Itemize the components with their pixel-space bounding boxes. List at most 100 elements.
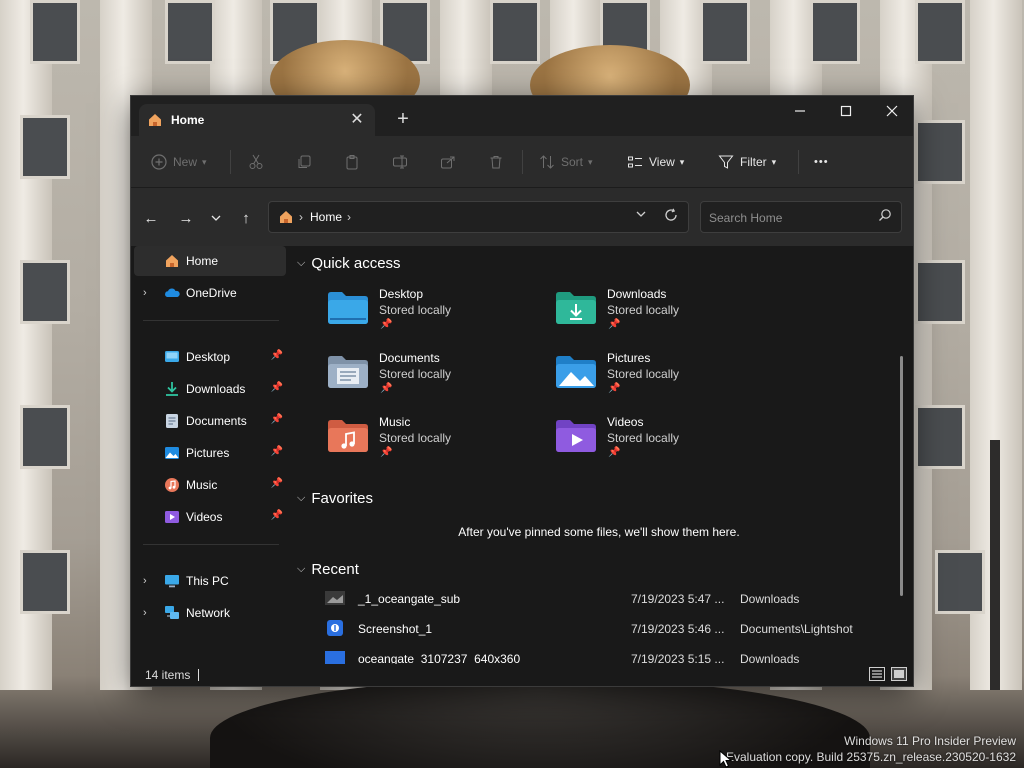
file-name: Screenshot_1	[358, 622, 433, 636]
sort-button[interactable]: Sort ▾	[539, 148, 593, 176]
home-icon	[280, 211, 292, 223]
filter-button[interactable]: Filter ▾	[718, 148, 776, 176]
delete-button[interactable]	[488, 148, 504, 176]
pin-icon: 📌	[270, 510, 283, 521]
image-file-icon	[325, 591, 345, 605]
folder-status: Stored locally	[607, 303, 680, 317]
toolbar-divider	[522, 150, 523, 174]
share-button[interactable]	[440, 148, 456, 176]
rename-icon	[393, 155, 407, 169]
view-icon	[628, 156, 642, 168]
pin-icon: 📌	[270, 414, 283, 425]
tab-label: Home	[171, 113, 205, 127]
folder-status: Stored locally	[379, 431, 452, 445]
network-icon	[165, 606, 179, 619]
cut-button[interactable]	[248, 148, 264, 176]
more-options-button[interactable]: •••	[814, 148, 829, 176]
home-icon	[149, 114, 161, 126]
sidebar-item-pictures[interactable]: Pictures 📌	[134, 438, 286, 468]
quick-access-downloads[interactable]: Downloads Stored locally 📌	[555, 287, 775, 347]
quick-access-videos[interactable]: Videos Stored locally 📌	[555, 415, 775, 475]
navigation-bar: ← → ↑ › Home ›	[131, 188, 913, 246]
collapse-chevron-icon: ⌵	[297, 491, 306, 504]
music-folder-icon	[328, 420, 368, 452]
recent-header[interactable]: ⌵ Recent	[297, 557, 359, 581]
minimize-button[interactable]	[777, 96, 823, 126]
folder-status: Stored locally	[379, 367, 452, 381]
section-title: Quick access	[311, 254, 401, 272]
paste-button[interactable]	[344, 148, 360, 176]
sidebar-item-this-pc[interactable]: › This PC	[134, 566, 286, 596]
folder-name: Downloads	[607, 287, 667, 301]
new-label: New	[173, 155, 198, 169]
favorites-header[interactable]: ⌵ Favorites	[297, 486, 373, 510]
quick-access-music[interactable]: Music Stored locally 📌	[327, 415, 547, 475]
pin-icon: 📌	[608, 319, 621, 330]
folder-name: Music	[379, 415, 411, 429]
address-bar[interactable]: › Home ›	[268, 201, 689, 233]
expand-chevron-icon[interactable]: ›	[143, 287, 147, 299]
address-history-dropdown[interactable]	[636, 209, 646, 222]
filter-label: Filter	[740, 155, 767, 169]
content-pane: ⌵ Quick access Desktop Stored locally 📌 …	[289, 246, 909, 666]
sidebar-item-label: Pictures	[186, 446, 230, 460]
tab-close-icon[interactable]: ✕	[347, 110, 367, 130]
tiles-view-button[interactable]	[891, 667, 907, 681]
sidebar-item-label: Downloads	[186, 382, 246, 396]
view-button[interactable]: View ▾	[627, 148, 684, 176]
recent-file-row[interactable]: Screenshot_1 7/19/2023 5:46 ... Document…	[319, 617, 879, 641]
documents-folder-icon	[166, 414, 178, 428]
paste-icon	[346, 155, 358, 170]
sidebar-item-onedrive[interactable]: › OneDrive	[134, 278, 286, 308]
file-date: 7/19/2023 5:47 ...	[631, 592, 725, 606]
sidebar-item-downloads[interactable]: Downloads 📌	[134, 374, 286, 404]
rename-button[interactable]	[392, 148, 408, 176]
close-icon	[886, 105, 898, 117]
sidebar-item-documents[interactable]: Documents 📌	[134, 406, 286, 436]
up-button[interactable]: ↑	[234, 206, 258, 230]
home-icon	[166, 255, 178, 267]
file-date: 7/19/2023 5:46 ...	[631, 622, 725, 636]
folder-name: Pictures	[607, 351, 651, 365]
view-label: View	[649, 155, 675, 169]
section-title: Recent	[311, 560, 359, 578]
close-button[interactable]	[869, 96, 913, 126]
onedrive-cloud-icon	[165, 288, 180, 297]
vertical-scrollbar[interactable]	[900, 356, 903, 596]
pin-icon: 📌	[608, 383, 621, 394]
recent-file-row[interactable]: _1_oceangate_sub 7/19/2023 5:47 ... Down…	[319, 587, 879, 611]
new-icon	[151, 154, 167, 170]
new-tab-button[interactable]: +	[391, 108, 415, 132]
quick-access-desktop[interactable]: Desktop Stored locally 📌	[327, 287, 547, 347]
quick-access-header[interactable]: ⌵ Quick access	[297, 251, 401, 275]
expand-chevron-icon[interactable]: ›	[143, 607, 147, 619]
sidebar-item-home[interactable]: Home	[134, 246, 286, 276]
search-box[interactable]	[700, 201, 902, 233]
tab-home[interactable]: Home ✕	[139, 104, 375, 136]
folder-name: Documents	[379, 351, 440, 365]
pin-icon: 📌	[380, 383, 393, 394]
recent-locations-button[interactable]	[204, 206, 228, 230]
refresh-button[interactable]	[664, 208, 678, 226]
search-icon[interactable]	[878, 208, 892, 225]
search-input[interactable]	[709, 209, 869, 227]
breadcrumb-home[interactable]: Home	[310, 210, 342, 224]
quick-access-documents[interactable]: Documents Stored locally 📌	[327, 351, 547, 411]
maximize-button[interactable]	[823, 96, 869, 126]
quick-access-pictures[interactable]: Pictures Stored locally 📌	[555, 351, 775, 411]
sidebar-item-videos[interactable]: Videos 📌	[134, 502, 286, 532]
forward-button[interactable]: →	[174, 206, 198, 230]
sidebar-item-network[interactable]: › Network	[134, 598, 286, 628]
watermark-edition: Windows 11 Pro Insider Preview	[844, 734, 1016, 748]
toolbar-divider	[798, 150, 799, 174]
sort-icon	[540, 155, 554, 169]
sidebar-item-music[interactable]: Music 📌	[134, 470, 286, 500]
breadcrumb-separator-icon[interactable]: ›	[347, 210, 351, 224]
expand-chevron-icon[interactable]: ›	[143, 575, 147, 587]
sidebar-item-desktop[interactable]: Desktop 📌	[134, 342, 286, 372]
back-button[interactable]: ←	[139, 206, 163, 230]
copy-button[interactable]	[296, 148, 312, 176]
details-view-button[interactable]	[869, 667, 885, 681]
new-button[interactable]: New ▾	[151, 148, 207, 176]
chevron-down-icon: ▾	[202, 156, 207, 167]
